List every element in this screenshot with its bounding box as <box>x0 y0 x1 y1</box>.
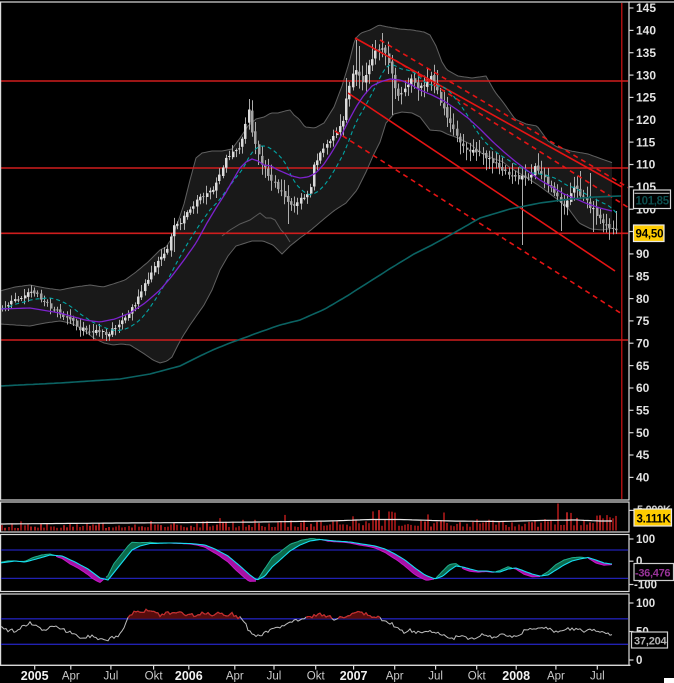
svg-text:Apr: Apr <box>386 671 404 683</box>
svg-text:130: 130 <box>636 68 656 82</box>
svg-text:2007: 2007 <box>340 669 368 683</box>
svg-text:140: 140 <box>636 24 656 38</box>
svg-text:37,204: 37,204 <box>634 636 668 648</box>
svg-text:40: 40 <box>636 471 650 485</box>
svg-text:2006: 2006 <box>175 669 203 683</box>
svg-text:100: 100 <box>636 534 655 546</box>
svg-text:75: 75 <box>636 314 650 328</box>
svg-text:Jul: Jul <box>428 671 443 683</box>
svg-text:115: 115 <box>636 135 656 149</box>
svg-text:94,50: 94,50 <box>636 229 664 241</box>
svg-text:80: 80 <box>636 292 650 306</box>
svg-text:90: 90 <box>636 247 650 261</box>
svg-text:110: 110 <box>636 158 656 172</box>
svg-text:Apr: Apr <box>226 671 244 683</box>
svg-text:Jul: Jul <box>267 671 282 683</box>
svg-text:Apr: Apr <box>547 671 565 683</box>
svg-text:Okt: Okt <box>307 671 326 683</box>
svg-text:Okt: Okt <box>468 671 487 683</box>
svg-text:-36,476: -36,476 <box>635 568 670 580</box>
svg-text:45: 45 <box>636 448 650 462</box>
svg-text:70: 70 <box>636 336 650 350</box>
svg-text:120: 120 <box>636 113 656 127</box>
svg-text:101,85: 101,85 <box>636 196 670 208</box>
svg-text:2008: 2008 <box>502 669 530 683</box>
svg-text:-100: -100 <box>634 580 657 592</box>
svg-text:65: 65 <box>636 359 650 373</box>
svg-text:85: 85 <box>636 269 650 283</box>
svg-text:Jul: Jul <box>104 671 119 683</box>
svg-text:2005: 2005 <box>21 669 49 683</box>
svg-text:60: 60 <box>636 381 650 395</box>
svg-text:50: 50 <box>636 426 650 440</box>
svg-text:Apr: Apr <box>62 671 80 683</box>
svg-text:125: 125 <box>636 91 656 105</box>
svg-text:3.111K: 3.111K <box>637 514 672 526</box>
svg-text:Okt: Okt <box>145 671 164 683</box>
svg-text:145: 145 <box>636 1 656 15</box>
svg-text:100: 100 <box>636 598 655 610</box>
svg-text:Jul: Jul <box>590 671 605 683</box>
svg-text:55: 55 <box>636 404 650 418</box>
svg-text:0: 0 <box>636 655 642 667</box>
svg-text:135: 135 <box>636 46 656 60</box>
